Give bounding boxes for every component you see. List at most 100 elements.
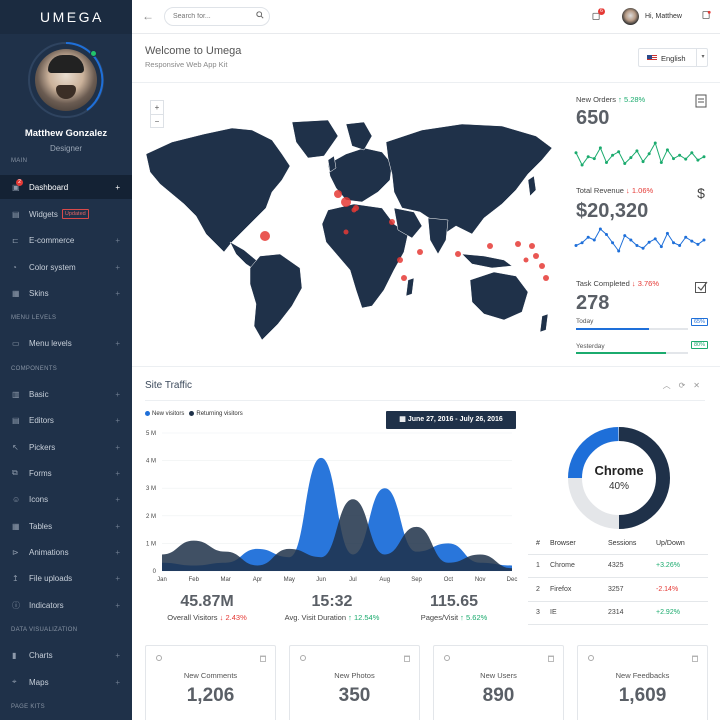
sidebar-item-label: Dashboard — [29, 182, 69, 192]
x-tick-label: Mar — [220, 577, 230, 583]
sidebar-item-editors[interactable]: ▤ Editors + — [0, 408, 132, 432]
refresh-icon[interactable]: ⟳ — [679, 381, 694, 390]
sidebar-item-indicators[interactable]: ⓘ Indicators + — [0, 593, 132, 617]
sidebar-item-skins[interactable]: ▦ Skins + — [0, 281, 132, 305]
expand-icon: + — [115, 182, 120, 192]
map-japan — [527, 175, 537, 197]
col-header: # — [528, 534, 550, 555]
collapse-icon[interactable]: ︿ — [663, 381, 679, 390]
expand-icon: + — [115, 288, 120, 298]
sidebar-item-animations[interactable]: ⊳ Animations + — [0, 540, 132, 564]
card-value: 350 — [338, 685, 371, 706]
world-map-svg — [145, 119, 553, 341]
cell-index: 1 — [528, 554, 550, 578]
trend-down-icon: ↓ — [219, 613, 224, 622]
panel-toggle-icon[interactable] — [702, 10, 711, 20]
zoom-out-button[interactable]: − — [151, 114, 163, 127]
sidebar-item-charts[interactable]: ▮ Charts + — [0, 643, 132, 667]
sidebar-item-pickers[interactable]: ↖ Pickers + — [0, 435, 132, 459]
sparkline-point — [635, 244, 639, 247]
sidebar-item-maps[interactable]: ⌖ Maps + — [0, 670, 132, 694]
sidebar-item-file-uploads[interactable]: ↥ File uploads + — [0, 566, 132, 590]
total-revenue-label: Total Revenue ↓ 1.06% — [576, 186, 653, 195]
sidebar-item-tables[interactable]: ▦ Tables + — [0, 514, 132, 538]
sparkline-point — [580, 163, 584, 167]
cell-browser: IE — [550, 601, 608, 625]
map-marker — [515, 241, 521, 247]
table-header: # Browser Sessions Up/Down — [528, 534, 708, 555]
folder-icon: ▭ — [12, 338, 20, 348]
user-greeting[interactable]: Hi, Matthew — [645, 13, 682, 20]
card-new-comments[interactable]: New Comments 1,206 — [145, 645, 276, 720]
table-row[interactable]: 2 Firefox 3257 -2.14% — [528, 577, 708, 602]
trend-down-icon: ↓ — [626, 186, 630, 195]
map-marker — [389, 219, 395, 225]
sparkline-point — [690, 151, 694, 155]
map-marker — [455, 251, 461, 257]
world-map[interactable]: + − — [132, 84, 562, 364]
kpi-pages-per-visit: 115.65 Pages/Visit ↑ 5.62% — [404, 593, 504, 622]
back-arrow-icon[interactable]: ← — [142, 9, 154, 23]
map-marker — [533, 253, 539, 259]
search-icon[interactable] — [256, 11, 264, 19]
table-row[interactable]: 1 Chrome 4325 +3.26% — [528, 554, 708, 578]
sidebar-item-icons[interactable]: ☺ Icons + — [0, 487, 132, 511]
stat-change: 3.76% — [637, 279, 659, 288]
trash-icon[interactable] — [692, 655, 698, 662]
sparkline-point — [659, 161, 663, 165]
card-new-feedbacks[interactable]: New Feedbacks 1,609 — [577, 645, 708, 720]
brand-logo[interactable]: UMEGA — [0, 0, 132, 34]
sidebar-item-ecommerce[interactable]: ⊏ E-commerce + — [0, 228, 132, 252]
sidebar-item-basic[interactable]: ▥ Basic + — [0, 382, 132, 406]
sparkline-point — [641, 246, 645, 250]
sidebar-item-color-system[interactable]: ◔ Color system + — [0, 255, 132, 279]
sidebar: UMEGA Matthew Gonzalez Designer MAIN ▣ 2… — [0, 0, 132, 720]
donut-segment-other — [618, 427, 670, 529]
checkbox-icon — [695, 281, 708, 293]
total-revenue-value: $20,320 — [576, 200, 649, 222]
y-tick-label: 3 M — [146, 486, 156, 492]
kpi-overall-visitors: 45.87M Overall Visitors ↓ 2.43% — [162, 593, 252, 622]
trash-icon[interactable] — [260, 655, 266, 662]
kpi-change: 12.54% — [353, 613, 380, 622]
card-new-photos[interactable]: New Photos 350 — [289, 645, 420, 720]
map-australia — [469, 271, 529, 321]
cell-index: 2 — [528, 577, 550, 602]
sidebar-item-menu-levels[interactable]: ▭ Menu levels + — [0, 331, 132, 355]
y-tick-label: 1 M — [146, 541, 156, 547]
trash-icon[interactable] — [548, 655, 554, 662]
card-new-users[interactable]: New Users 890 — [433, 645, 564, 720]
kpi-label: Overall Visitors — [167, 613, 218, 622]
chevron-down-icon[interactable]: ▾ — [696, 49, 709, 66]
sidebar-item-label: Indicators — [29, 600, 64, 610]
smiley-icon: ☺ — [12, 494, 21, 504]
y-tick-label: 4 M — [146, 459, 156, 465]
new-orders-label: New Orders ↑ 5.28% — [576, 95, 645, 104]
close-icon[interactable]: ✕ — [693, 381, 708, 390]
cell-sessions: 3257 — [608, 577, 656, 602]
user-avatar[interactable] — [622, 8, 639, 25]
trash-icon[interactable] — [404, 655, 410, 662]
table-row[interactable]: 3 IE 2314 +2.92% — [528, 601, 708, 625]
sidebar-item-label: Pickers — [29, 442, 56, 452]
updated-tag: Updated — [61, 209, 89, 219]
avatar[interactable] — [28, 42, 104, 118]
sparkline-point — [623, 162, 627, 166]
expand-icon: + — [115, 677, 120, 687]
x-tick-label: May — [284, 577, 295, 583]
sidebar-item-widgets[interactable]: ▤ Widgets Updated — [0, 202, 132, 226]
sidebar-item-label: Forms — [29, 468, 52, 478]
sidebar-item-dashboard[interactable]: ▣ 2 Dashboard + — [0, 175, 132, 199]
sidebar-item-forms[interactable]: ⧉ Forms + — [0, 461, 132, 485]
expand-icon: + — [115, 494, 120, 504]
search-input[interactable] — [164, 7, 270, 26]
sparkline-point — [678, 153, 682, 157]
zoom-in-button[interactable]: + — [151, 101, 163, 114]
language-select[interactable]: English ▾ — [638, 48, 708, 67]
card-value: 1,206 — [186, 685, 235, 706]
legend-swatch-new — [145, 411, 150, 416]
x-tick-label: Jan — [157, 577, 167, 583]
map-india — [427, 217, 449, 255]
browser-table: # Browser Sessions Up/Down 1 Chrome 4325… — [528, 534, 708, 625]
map-marker — [397, 257, 403, 263]
